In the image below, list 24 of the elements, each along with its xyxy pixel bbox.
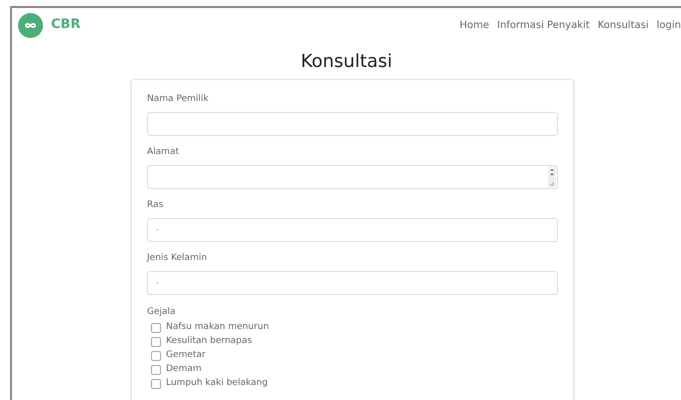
logo-icon	[18, 12, 43, 38]
field-label: Alamat	[147, 146, 180, 158]
field-label: Jenis Kelamin	[147, 252, 208, 264]
nav-link[interactable]: login	[656, 18, 681, 32]
checkbox[interactable]	[151, 337, 161, 347]
checkbox[interactable]	[151, 379, 161, 389]
address-field[interactable]	[147, 165, 558, 189]
nav-link[interactable]: Konsultasi	[598, 18, 649, 32]
field-label: Gejala	[147, 306, 177, 318]
nav-link[interactable]: Informasi Penyakit	[497, 18, 590, 32]
checkbox[interactable]	[151, 351, 161, 361]
text-field[interactable]	[147, 112, 558, 136]
page-title: Konsultasi	[300, 50, 392, 74]
scroll-arrows-icon[interactable]	[549, 167, 555, 187]
field-label: Ras	[147, 199, 164, 211]
checkbox-label[interactable]: Demam	[166, 363, 202, 377]
checkbox-label[interactable]: Gemetar	[166, 349, 206, 363]
field-label: Nama Pemilik	[147, 93, 210, 105]
checkbox-label[interactable]: Kesulitan bernapas	[166, 335, 252, 349]
nav-link[interactable]: Home	[460, 18, 490, 32]
checkbox-label[interactable]: Lumpuh kaki belakang	[166, 377, 268, 391]
checkbox-label[interactable]: Nafsu makan menurun	[166, 321, 269, 335]
checkbox[interactable]	[151, 323, 161, 333]
checkbox[interactable]	[151, 365, 161, 375]
